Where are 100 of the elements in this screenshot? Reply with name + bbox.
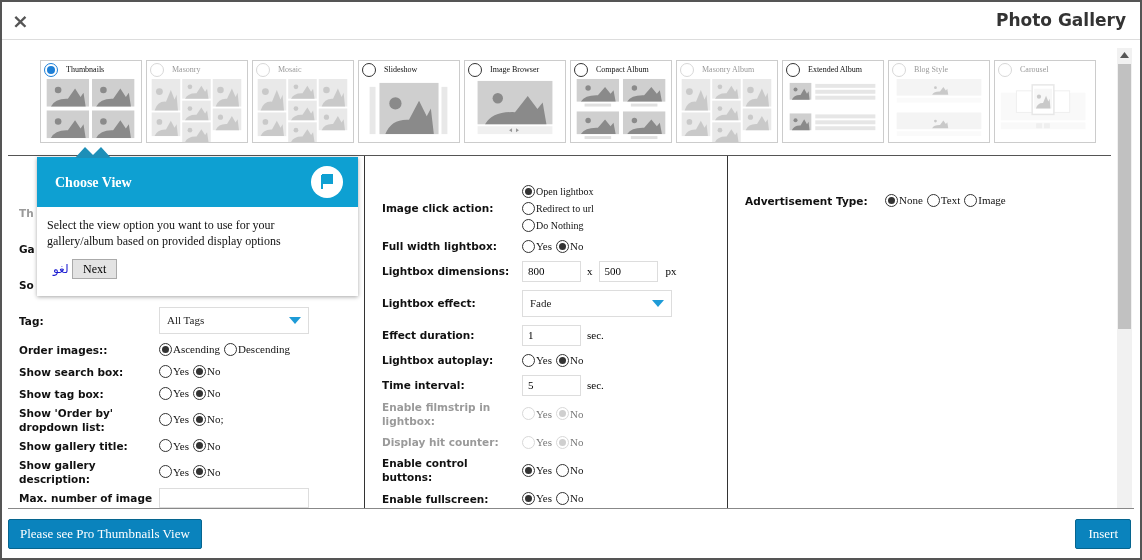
radio-label: Yes xyxy=(173,464,189,480)
radio-button[interactable] xyxy=(885,194,898,207)
field-label: Enable filmstrip in lightbox: xyxy=(382,399,492,428)
radio-button[interactable] xyxy=(556,353,569,367)
field-label: Image click action: xyxy=(382,201,495,216)
field-label: Time interval: xyxy=(382,378,466,393)
field-label: So xyxy=(19,277,34,292)
radio-label: Descending xyxy=(238,342,290,358)
radio-button[interactable] xyxy=(193,413,206,427)
radio-button[interactable] xyxy=(522,239,535,253)
radio-button[interactable] xyxy=(574,63,588,77)
radio-button[interactable] xyxy=(786,63,800,77)
radio-button[interactable] xyxy=(193,365,206,378)
field-label: Show gallery description: xyxy=(19,457,97,486)
radio-label: Text xyxy=(940,193,961,209)
radio-button[interactable] xyxy=(468,63,482,77)
field-label: Show 'Order by' dropdown list: xyxy=(19,405,114,434)
view-option-card[interactable]: Compact Album xyxy=(570,60,672,143)
radio-button[interactable] xyxy=(556,492,569,505)
radio-button[interactable] xyxy=(44,63,58,77)
radio-button[interactable] xyxy=(159,413,172,427)
radio-label: Yes xyxy=(536,406,552,422)
radio-button[interactable] xyxy=(159,387,172,400)
radio-button[interactable] xyxy=(964,194,978,207)
radio-label: No xyxy=(570,434,584,450)
radio-button[interactable] xyxy=(556,463,569,477)
close-button[interactable]: × xyxy=(12,10,29,31)
radio-label: No xyxy=(570,238,584,254)
skip-link[interactable]: لغو xyxy=(53,260,69,278)
radio-label: Redirect to url xyxy=(536,201,594,216)
radio-label: Yes xyxy=(536,463,552,478)
radio-button[interactable] xyxy=(159,465,172,479)
next-button[interactable]: Next xyxy=(72,259,118,279)
field-label: Advertisement Type: xyxy=(745,193,869,208)
radio-label: Image xyxy=(978,193,1006,209)
radio-label: No xyxy=(570,491,584,507)
radio-label: Yes xyxy=(173,438,189,454)
view-option-card[interactable]: Thumbnails xyxy=(40,60,142,143)
insert-button[interactable]: Insert xyxy=(1075,518,1131,549)
input-field[interactable] xyxy=(159,488,309,509)
view-option-label: Extended Album xyxy=(808,64,862,76)
flag-icon xyxy=(311,166,343,198)
window-title: Photo Gallery xyxy=(995,8,1126,32)
radio-button[interactable] xyxy=(522,492,535,505)
view-option-card[interactable]: Slideshow xyxy=(358,60,460,143)
radio-button[interactable] xyxy=(159,439,172,453)
dropdown-caret-icon xyxy=(289,317,301,324)
radio-button[interactable] xyxy=(522,201,535,215)
radio-button[interactable] xyxy=(522,218,535,232)
field-label: Enable control buttons: xyxy=(382,456,469,485)
radio-label: Ascending xyxy=(173,342,221,358)
radio-button[interactable] xyxy=(193,387,206,400)
radio-button[interactable] xyxy=(926,194,940,207)
input-field[interactable]: 500 xyxy=(598,260,658,282)
field-label: Show search box: xyxy=(19,364,125,379)
field-label: Enable fullscreen: xyxy=(382,491,490,506)
scrollbar[interactable] xyxy=(1117,48,1132,508)
radio-label: No xyxy=(207,386,221,402)
radio-label: No; xyxy=(207,412,224,428)
input-field[interactable]: 1 xyxy=(522,324,581,346)
view-option-label: Mosaic xyxy=(278,64,302,76)
radio-label: No xyxy=(207,364,221,380)
radio-button[interactable] xyxy=(159,343,172,356)
radio-button[interactable] xyxy=(224,343,238,356)
view-option-label: Masonry xyxy=(172,64,201,76)
radio-button[interactable] xyxy=(522,184,535,198)
field-label: Effect duration: xyxy=(382,328,476,343)
field-label: Tag: xyxy=(19,313,45,328)
field-label: Full width lightbox: xyxy=(382,239,498,254)
dropdown-field[interactable]: Fade xyxy=(522,289,672,317)
pro-view-button[interactable]: Please see Pro Thumbnails View xyxy=(8,518,202,549)
radio-button[interactable] xyxy=(522,353,535,367)
radio-label: No xyxy=(207,438,221,454)
view-option-card[interactable]: Image Browser xyxy=(464,60,566,143)
radio-label: Yes xyxy=(536,238,552,254)
view-option-card[interactable]: Extended Album xyxy=(782,60,884,143)
field-label: Max. number of image xyxy=(19,491,153,506)
radio-button[interactable] xyxy=(193,439,206,453)
radio-label: Yes xyxy=(173,412,189,428)
radio-button[interactable] xyxy=(522,463,535,477)
scroll-up-arrow-icon[interactable] xyxy=(1120,52,1129,58)
field-label: Th xyxy=(19,205,34,220)
input-field[interactable]: 5 xyxy=(522,374,581,396)
radio-label: Do Nothing xyxy=(536,218,584,233)
radio-button[interactable] xyxy=(362,63,376,77)
radio-button[interactable] xyxy=(193,465,206,479)
radio-button[interactable] xyxy=(159,365,172,378)
radio-label: No xyxy=(570,353,584,369)
view-option-label: Blog Style xyxy=(914,64,948,76)
radio-label: Yes xyxy=(173,364,189,380)
radio-label: No xyxy=(207,464,221,480)
dropdown-caret-icon xyxy=(652,299,664,307)
input-field[interactable]: 800 xyxy=(522,260,581,282)
dropdown-field[interactable]: All Tags xyxy=(159,307,309,334)
radio-button[interactable] xyxy=(556,239,569,253)
popup-description: Select the view option you want to use for your gallery/album based on provided display options xyxy=(47,217,282,249)
field-label: Lightbox autoplay: xyxy=(382,353,495,368)
popup-title: Choose View xyxy=(55,173,132,192)
view-option-label: Image Browser xyxy=(490,64,540,76)
field-label: Lightbox effect: xyxy=(382,296,477,311)
